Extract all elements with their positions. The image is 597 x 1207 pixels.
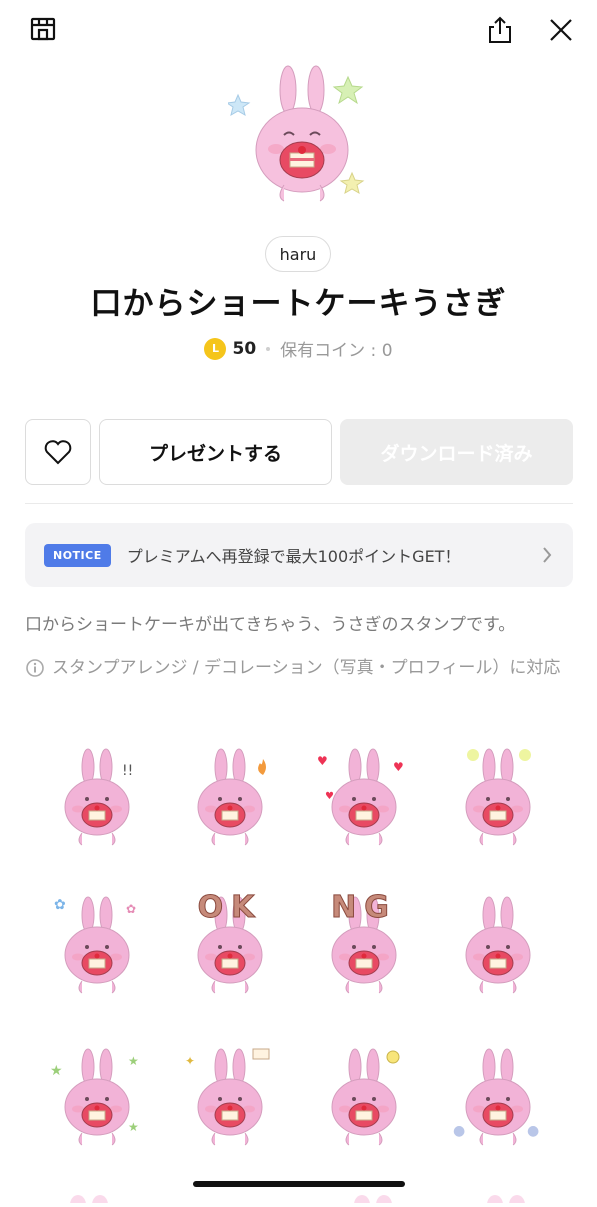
notice-text: プレミアムへ再登録で最大100ポイントGET！ — [126, 547, 461, 566]
sticker-item[interactable]: ✿ ✿ — [42, 883, 152, 1003]
owned-coins: 保有コイン : 0 — [280, 341, 393, 361]
sticker-description: 口からショートケーキが出てきちゃう、うさぎのスタンプです。 — [25, 615, 516, 635]
notice-badge: NOTICE — [44, 543, 111, 567]
sticker-title: 口からショートケーキうさぎ — [90, 286, 507, 322]
sticker-item[interactable] — [175, 735, 285, 855]
sticker-item[interactable]: ★ ★ ★ — [42, 1035, 152, 1155]
sticker-item[interactable] — [309, 1035, 419, 1155]
svg-text:✿: ✿ — [54, 897, 66, 913]
heart-icon — [44, 440, 72, 465]
svg-text:♥: ♥ — [317, 754, 328, 768]
feature-text: スタンプアレンジ / デコレーション（写真・プロフィール）に対応 — [52, 658, 561, 678]
sticker-item[interactable] — [443, 735, 553, 855]
svg-text:✿: ✿ — [126, 902, 136, 916]
store-icon[interactable] — [28, 14, 58, 44]
sticker-item[interactable]: ♥ ♥ ♥ — [309, 735, 419, 855]
sticker-item[interactable]: ✦ — [175, 1035, 285, 1155]
notice-banner[interactable]: NOTICE プレミアムへ再登録で最大100ポイントGET！ — [25, 523, 573, 587]
svg-text:★: ★ — [128, 1120, 139, 1134]
svg-text:●: ● — [453, 1123, 465, 1139]
favorite-button[interactable] — [25, 419, 91, 485]
sticker-item[interactable]: !! — [42, 735, 152, 855]
author-chip[interactable]: haru — [265, 236, 331, 272]
svg-text:♥: ♥ — [325, 791, 334, 802]
info-icon — [26, 659, 44, 677]
separator-dot — [266, 346, 271, 351]
svg-text:★: ★ — [50, 1063, 63, 1079]
svg-text:●: ● — [527, 1123, 539, 1139]
close-icon[interactable] — [546, 15, 576, 45]
price-row: L 50 保有コイン : 0 — [0, 336, 597, 361]
main-sticker-image — [225, 55, 378, 215]
sticker-item[interactable]: NG — [309, 883, 419, 1003]
home-indicator — [193, 1181, 405, 1187]
divider — [25, 503, 573, 504]
svg-text:★: ★ — [128, 1054, 139, 1068]
sticker-item[interactable] — [443, 883, 553, 1003]
sticker-item[interactable]: ● ● — [443, 1035, 553, 1155]
svg-text:✦: ✦ — [185, 1054, 195, 1068]
svg-text:OK: OK — [198, 890, 263, 925]
price-value: 50 — [232, 338, 257, 359]
svg-text:NG: NG — [331, 890, 397, 925]
chevron-right-icon — [543, 547, 552, 563]
present-button[interactable]: プレゼントする — [99, 419, 332, 485]
sticker-item[interactable]: OK — [175, 883, 285, 1003]
download-button: ダウンロード済み — [340, 419, 573, 485]
share-icon[interactable] — [485, 14, 515, 46]
svg-text:♥: ♥ — [393, 760, 404, 774]
svg-text:!!: !! — [122, 763, 133, 779]
next-row-peek — [0, 1188, 597, 1207]
feature-note: スタンプアレンジ / デコレーション（写真・プロフィール）に対応 — [25, 657, 570, 679]
line-coin-icon: L — [204, 337, 227, 360]
